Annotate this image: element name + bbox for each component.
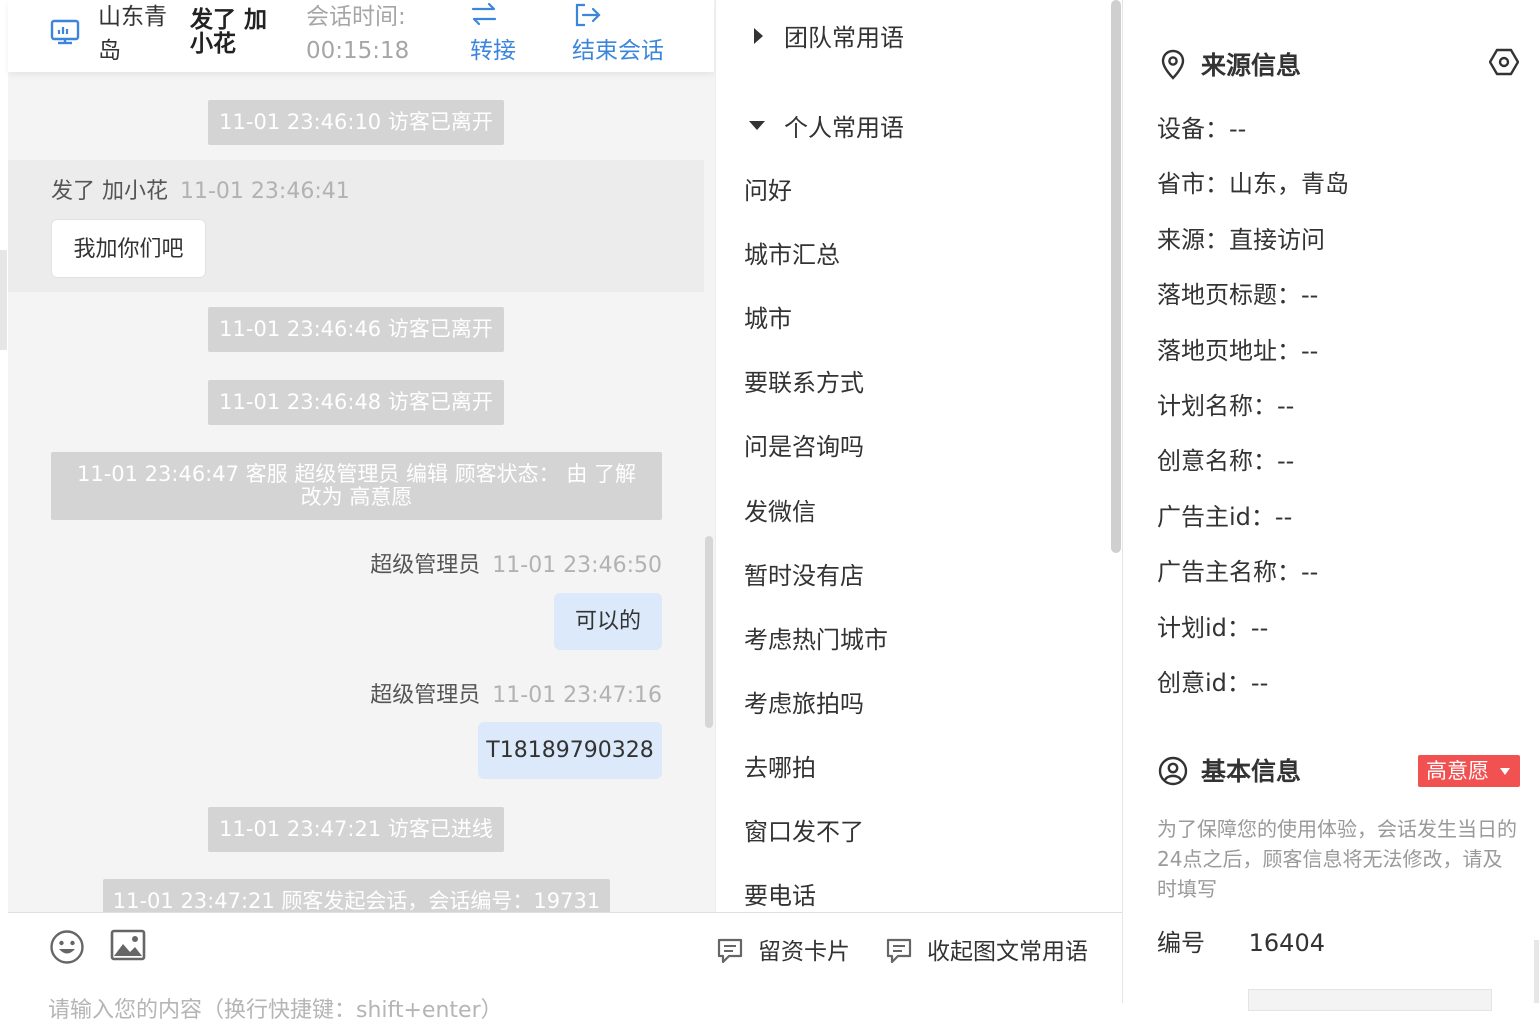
source-row-device: 设备：-- xyxy=(1157,115,1247,143)
source-row-plan-name: 计划名称：-- xyxy=(1157,392,1295,420)
phrases-panel: 团队常用语 个人常用语 问好 城市汇总 城市 要联系方式 问是咨询吗 发微信 暂… xyxy=(715,0,1124,912)
source-row-creative-name: 创意名称：-- xyxy=(1157,447,1295,475)
info-input-field[interactable] xyxy=(1248,989,1492,1011)
message-time: 11-01 23:47:16 xyxy=(492,683,662,708)
visitor-name: 发了 加 小花 xyxy=(190,7,268,57)
source-row-plan-id: 计划id：-- xyxy=(1157,614,1269,642)
emoji-icon[interactable] xyxy=(49,929,85,965)
visitor-bubble: 我加你们吧 xyxy=(51,219,206,278)
phrase-item[interactable]: 考虑旅拍吗 xyxy=(744,687,864,721)
customer-id-value: 16404 xyxy=(1248,929,1325,957)
phrase-item[interactable]: 问是咨询吗 xyxy=(744,430,864,464)
edit-notice: 为了保障您的使用体验，会话发生当日的24点之后，顾客信息将无法修改，请及时填写 xyxy=(1157,817,1517,901)
source-info-title: 来源信息 xyxy=(1201,51,1302,80)
caret-down-icon xyxy=(748,119,766,131)
phrase-item[interactable]: 要电话 xyxy=(744,879,816,912)
intent-level-dropdown[interactable]: 高意愿 xyxy=(1418,755,1520,787)
collapse-phrases-button[interactable]: 收起图文常用语 xyxy=(885,934,1088,970)
system-message: 11-01 23:46:46 访客已离开 xyxy=(208,307,504,352)
phrase-item[interactable]: 城市 xyxy=(744,302,792,336)
customer-id-label: 编号 xyxy=(1157,929,1205,957)
logout-icon xyxy=(574,2,602,28)
collapsed-panel-handle[interactable] xyxy=(0,250,7,350)
phrases-scrollbar[interactable] xyxy=(1111,0,1121,553)
source-row-source: 来源：直接访问 xyxy=(1157,226,1325,254)
phrase-item[interactable]: 考虑热门城市 xyxy=(744,623,888,657)
source-row-creative-id: 创意id：-- xyxy=(1157,669,1269,697)
monitor-icon xyxy=(50,19,80,47)
column-divider xyxy=(1122,0,1123,1003)
message-meta: 超级管理员 11-01 23:46:50 xyxy=(370,550,662,582)
phrase-item[interactable]: 去哪拍 xyxy=(744,751,816,785)
source-row-advertiser-id: 广告主id：-- xyxy=(1157,503,1293,531)
message-meta: 发了 加小花 11-01 23:46:41 xyxy=(51,176,350,208)
system-message: 11-01 23:46:48 访客已离开 xyxy=(208,380,504,425)
phrase-item[interactable]: 发微信 xyxy=(744,495,816,529)
left-edge xyxy=(0,0,8,1003)
phrase-item[interactable]: 要联系方式 xyxy=(744,366,864,400)
phrase-item[interactable]: 暂时没有店 xyxy=(744,559,864,593)
message-card-icon xyxy=(885,937,913,965)
phrase-item[interactable]: 问好 xyxy=(744,174,792,208)
message-time: 11-01 23:46:41 xyxy=(180,179,350,204)
chat-scrollbar[interactable] xyxy=(705,536,713,728)
user-circle-icon xyxy=(1158,756,1188,786)
end-session-button[interactable]: 结束会话 xyxy=(572,0,672,70)
transfer-button[interactable]: 转接 xyxy=(470,0,530,70)
source-row-landing-title: 落地页标题：-- xyxy=(1157,281,1319,309)
session-time: 会话时间: 00:15:18 xyxy=(306,4,410,64)
caret-right-icon xyxy=(752,27,764,45)
source-row-landing-url: 落地页地址：-- xyxy=(1157,337,1319,365)
personal-phrases-toggle[interactable]: 个人常用语 xyxy=(784,111,904,145)
sender-name: 超级管理员 xyxy=(370,553,481,578)
caret-down-icon xyxy=(1500,768,1510,775)
source-row-region: 省市：山东，青岛 xyxy=(1157,170,1349,198)
location-pin-icon xyxy=(1160,49,1186,81)
customer-id-row: 编号 16404 xyxy=(1157,926,1325,960)
team-phrases-toggle[interactable]: 团队常用语 xyxy=(784,21,904,55)
message-time: 11-01 23:46:50 xyxy=(492,553,662,578)
transfer-icon xyxy=(470,2,498,26)
lead-card-button[interactable]: 留资卡片 xyxy=(716,934,851,970)
agent-bubble: T18189790328 xyxy=(478,722,662,779)
basic-info-title: 基本信息 xyxy=(1201,757,1302,786)
system-message: 11-01 23:46:10 访客已离开 xyxy=(208,100,504,145)
sender-name: 超级管理员 xyxy=(370,683,481,708)
visitor-location: 山东青 岛 xyxy=(98,4,167,64)
image-icon[interactable] xyxy=(110,929,146,963)
sender-name: 发了 加小花 xyxy=(51,179,168,204)
right-edge-handle xyxy=(1534,940,1539,1003)
message-meta: 超级管理员 11-01 23:47:16 xyxy=(370,680,662,712)
system-message-status-change: 11-01 23:46:47 客服 超级管理员 编辑 顾客状态： 由 了解 改为… xyxy=(51,452,662,520)
agent-bubble: 可以的 xyxy=(554,593,662,650)
settings-hex-icon[interactable] xyxy=(1489,47,1519,77)
message-input[interactable]: 请输入您的内容（换行快捷键：shift+enter） xyxy=(48,992,503,1024)
system-message: 11-01 23:47:21 访客已进线 xyxy=(208,807,504,852)
phrase-item[interactable]: 窗口发不了 xyxy=(744,815,864,849)
phrase-item[interactable]: 城市汇总 xyxy=(744,238,840,272)
message-card-icon xyxy=(716,937,744,965)
source-row-advertiser-name: 广告主名称：-- xyxy=(1157,558,1319,586)
